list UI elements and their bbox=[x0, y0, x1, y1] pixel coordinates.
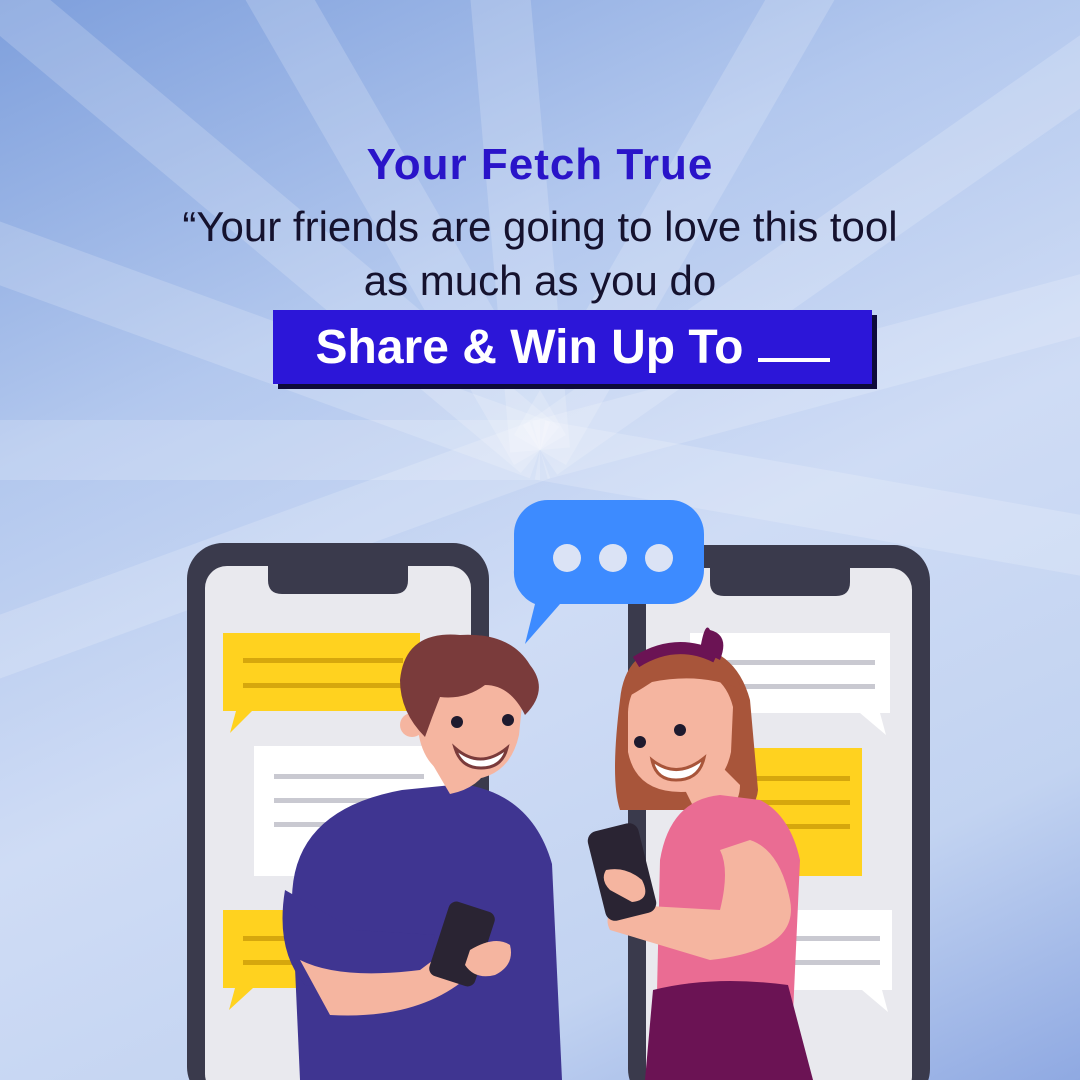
friends-sharing-illustration bbox=[187, 500, 930, 1080]
